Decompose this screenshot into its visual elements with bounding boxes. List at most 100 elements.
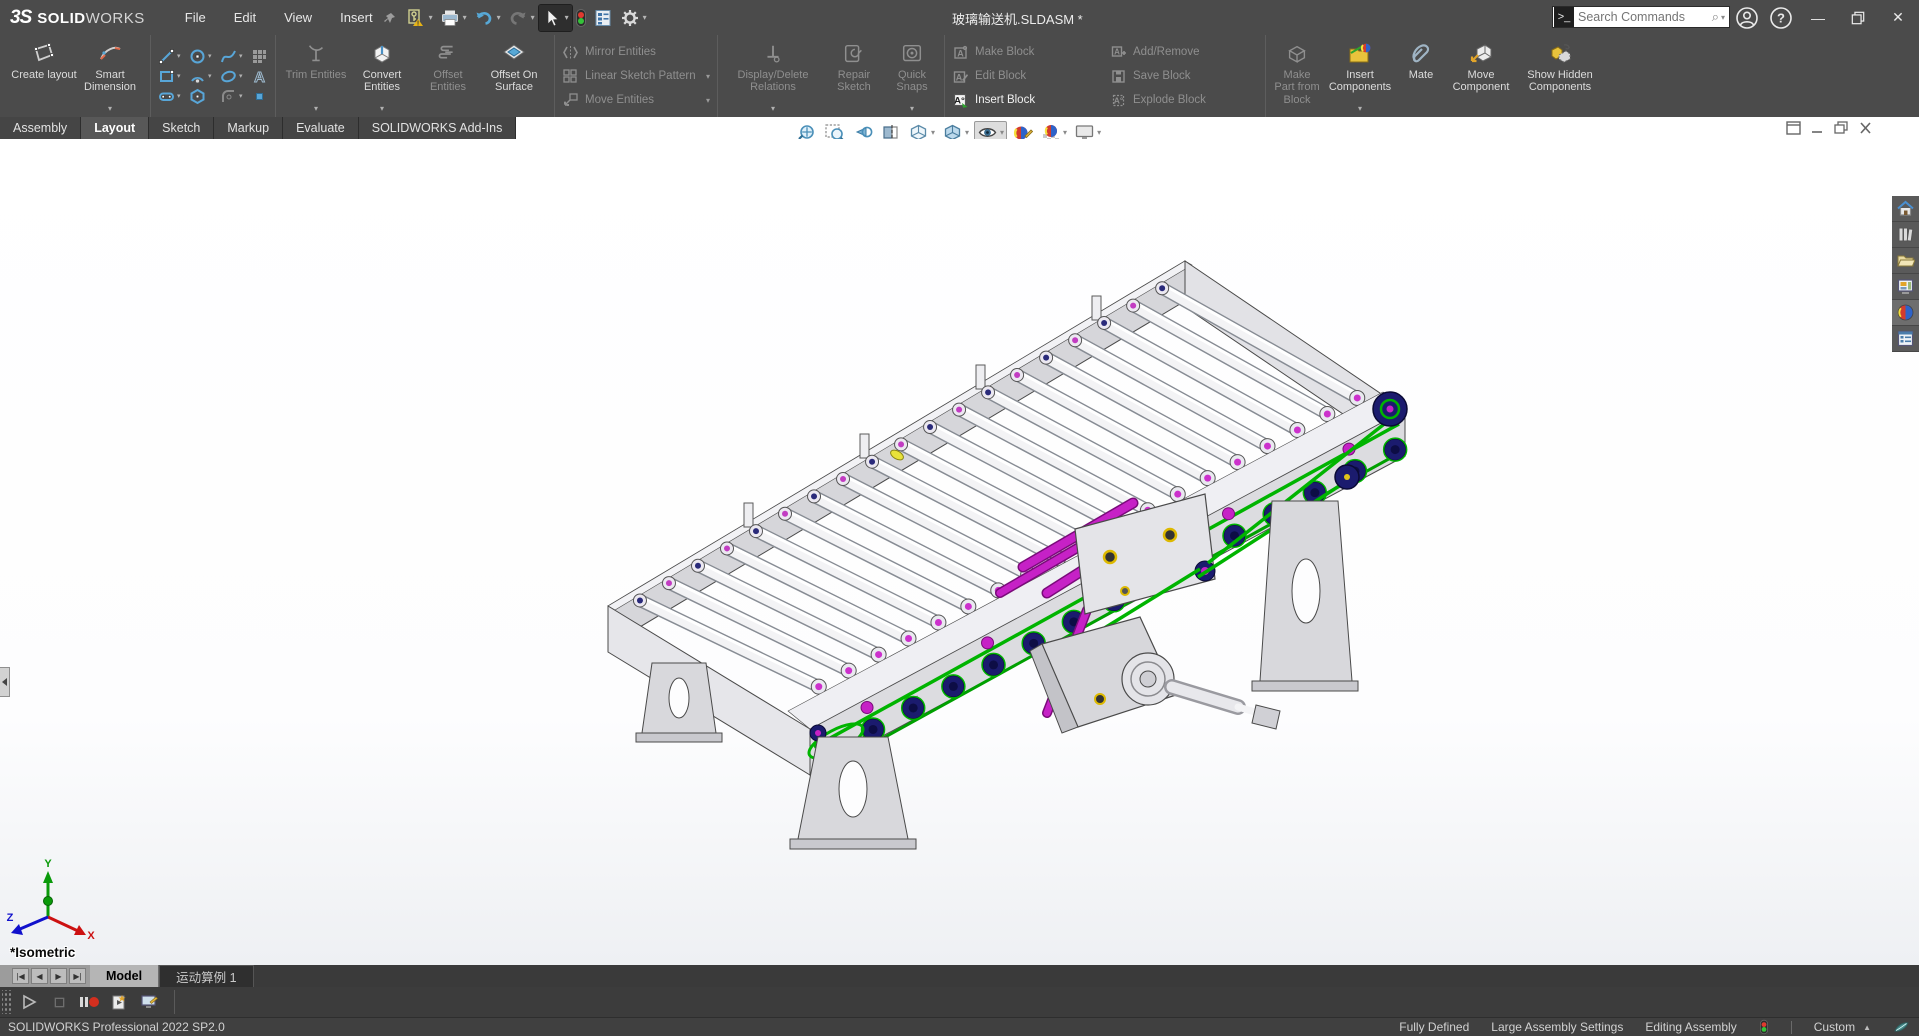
menu-file[interactable]: File: [173, 6, 218, 29]
file-properties-button[interactable]: [590, 5, 616, 31]
certificate-key-icon: !: [407, 8, 423, 27]
offset-on-surface-button[interactable]: Offset On Surface: [481, 35, 547, 117]
new-window-icon[interactable]: [1786, 121, 1801, 135]
sketch-pattern-button[interactable]: [251, 48, 268, 65]
arc-tool-button[interactable]: ▾: [189, 68, 215, 85]
prev-study-button[interactable]: ◀: [31, 968, 48, 984]
make-block-button[interactable]: A Make Block: [952, 42, 1100, 62]
menu-view[interactable]: View: [272, 6, 324, 29]
doc-restore-icon[interactable]: [1834, 121, 1849, 135]
print-icon: [441, 10, 458, 26]
configuration-selector[interactable]: Custom ▲: [1814, 1020, 1871, 1034]
doc-close-icon[interactable]: [1858, 121, 1873, 135]
help-button[interactable]: ?: [1769, 6, 1793, 30]
add-remove-button[interactable]: A Add/Remove: [1110, 42, 1258, 62]
panel-collapse-tab[interactable]: [0, 667, 10, 697]
view-orientation-label: *Isometric: [10, 945, 76, 960]
search-icon[interactable]: ⌕: [1712, 9, 1721, 25]
move-component-button[interactable]: Move Component: [1443, 35, 1519, 117]
doc-minimize-icon[interactable]: [1810, 121, 1825, 135]
save-animation-button[interactable]: [136, 990, 162, 1014]
quick-tips-globe-icon[interactable]: [1893, 1020, 1909, 1034]
play-button[interactable]: [16, 990, 42, 1014]
explode-block-button[interactable]: A° Explode Block: [1110, 90, 1258, 110]
tab-layout[interactable]: Layout: [81, 117, 150, 139]
add-remove-icon: A: [1111, 45, 1126, 57]
record-button[interactable]: [76, 990, 102, 1014]
undo-button[interactable]: ▾: [471, 5, 504, 31]
menu-pin-icon[interactable]: [383, 11, 397, 25]
show-hidden-components-button[interactable]: Show Hidden Components: [1519, 35, 1601, 117]
tab-solidworks-add-ins[interactable]: SOLIDWORKS Add-Ins: [358, 117, 517, 139]
offset-entities-button[interactable]: Offset Entities: [415, 35, 481, 117]
polygon-tool-button[interactable]: [189, 88, 215, 105]
titlebar-right-controls: ? — ✕: [1735, 0, 1913, 35]
spline-tool-button[interactable]: ▾: [220, 48, 246, 65]
task-pane-home-button[interactable]: [1892, 196, 1919, 222]
task-pane-file-explorer-button[interactable]: [1892, 248, 1919, 274]
circle-tool-button[interactable]: ▾: [189, 48, 215, 65]
save-block-button[interactable]: Save Block: [1110, 66, 1258, 86]
tab-evaluate[interactable]: Evaluate: [283, 117, 359, 139]
toolbar-drag-handle[interactable]: [2, 990, 12, 1014]
make-part-from-block-button[interactable]: Make Part from Block: [1273, 35, 1321, 117]
graphics-area[interactable]: Y X Z *Isometric: [0, 139, 1919, 965]
task-pane-view-palette-button[interactable]: [1892, 274, 1919, 300]
model-tab[interactable]: Model: [90, 965, 160, 987]
text-tool-button[interactable]: A: [251, 68, 268, 85]
smart-dimension-button[interactable]: Smart Dimension ▾: [77, 35, 143, 117]
next-study-button[interactable]: ▶: [50, 968, 67, 984]
status-traffic-light-icon[interactable]: [1759, 1019, 1768, 1035]
slot-tool-button[interactable]: ▾: [158, 88, 184, 105]
trim-entities-button[interactable]: Trim Entities ▾: [283, 35, 349, 117]
redo-button[interactable]: ▾: [505, 5, 538, 31]
stop-button[interactable]: [46, 990, 72, 1014]
fillet-tool-button[interactable]: ▾: [220, 88, 246, 105]
task-pane-custom-properties-button[interactable]: [1892, 326, 1919, 352]
user-account-button[interactable]: [1735, 6, 1759, 30]
restore-button[interactable]: [1843, 5, 1873, 31]
close-button[interactable]: ✕: [1883, 5, 1913, 31]
search-input[interactable]: [1578, 10, 1712, 24]
rebuild-button[interactable]: [573, 5, 589, 31]
search-commands-box[interactable]: >_ ⌕ ▾: [1552, 6, 1730, 28]
config-dropdown-icon: ▲: [1863, 1022, 1871, 1032]
menu-insert[interactable]: Insert: [328, 6, 385, 29]
task-pane-design-library-button[interactable]: [1892, 222, 1919, 248]
search-dropdown-icon[interactable]: ▾: [1721, 13, 1729, 22]
options-button[interactable]: ▾: [617, 5, 650, 31]
display-delete-relations-button[interactable]: Display/Delete Relations ▾: [725, 35, 821, 117]
undo-icon: [476, 11, 491, 25]
rectangle-tool-button[interactable]: ▾: [158, 68, 184, 85]
linear-sketch-pattern-button[interactable]: Linear Sketch Pattern ▾: [562, 66, 710, 86]
motion-study-tab[interactable]: 运动算例 1: [159, 965, 254, 987]
task-pane-appearances-button[interactable]: [1892, 300, 1919, 326]
minimize-button[interactable]: —: [1803, 5, 1833, 31]
first-study-button[interactable]: |◀: [12, 968, 29, 984]
ellipse-tool-button[interactable]: ▾: [220, 68, 246, 85]
mate-button[interactable]: Mate: [1399, 35, 1443, 117]
quick-snaps-button[interactable]: Quick Snaps ▾: [887, 35, 937, 117]
create-layout-button[interactable]: Create layout: [11, 35, 77, 117]
tab-markup[interactable]: Markup: [214, 117, 284, 139]
svg-text:A: A: [956, 72, 963, 82]
convert-entities-button[interactable]: Convert Entities ▾: [349, 35, 415, 117]
move-entities-button[interactable]: Move Entities ▾: [562, 90, 710, 110]
print-button[interactable]: ▾: [437, 5, 470, 31]
animation-wizard-button[interactable]: [106, 990, 132, 1014]
tab-sketch[interactable]: Sketch: [149, 117, 215, 139]
line-tool-button[interactable]: ▾: [158, 48, 184, 65]
mirror-entities-button[interactable]: Mirror Entities: [562, 42, 710, 62]
certificate-key-button[interactable]: ! ▾: [403, 5, 436, 31]
point-tool-button[interactable]: [251, 88, 268, 105]
insert-block-button[interactable]: A° Insert Block: [952, 90, 1100, 110]
svg-text:X: X: [87, 930, 95, 942]
insert-components-button[interactable]: Insert Components ▾: [1321, 35, 1399, 117]
menu-edit[interactable]: Edit: [222, 6, 268, 29]
edit-block-button[interactable]: A Edit Block: [952, 66, 1100, 86]
select-tool-button[interactable]: ▾: [537, 3, 573, 32]
repair-sketch-button[interactable]: Repair Sketch: [821, 35, 887, 117]
large-assembly-settings-status[interactable]: Large Assembly Settings: [1491, 1020, 1623, 1034]
tab-assembly[interactable]: Assembly: [0, 117, 82, 139]
last-study-button[interactable]: ▶|: [69, 968, 86, 984]
